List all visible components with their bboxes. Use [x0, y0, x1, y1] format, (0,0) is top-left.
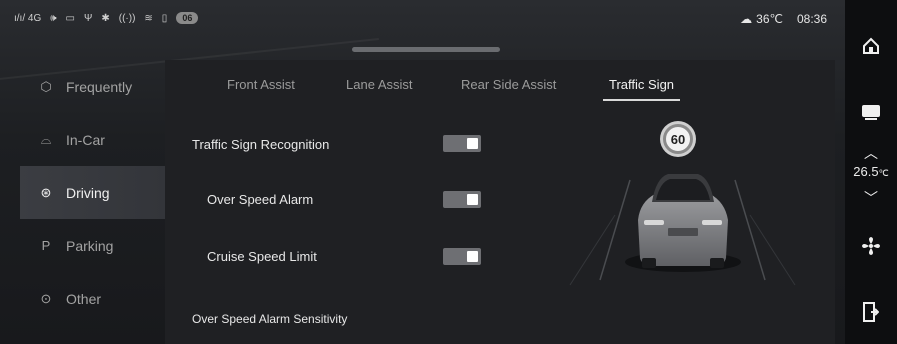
over-speed-alarm-sensitivity-label: Over Speed Alarm Sensitivity	[192, 312, 348, 326]
steering-wheel-icon: ⊛	[40, 184, 52, 200]
toggle-knob	[467, 194, 478, 205]
cruise-speed-limit-label: Cruise Speed Limit	[207, 249, 317, 264]
temperature-down-button[interactable]: ﹀	[845, 189, 897, 207]
sidebar-item-driving[interactable]: ⊛ Driving	[20, 166, 165, 219]
driving-settings-panel: Front Assist Lane Assist Rear Side Assis…	[165, 60, 835, 344]
more-circle-icon: ⊙	[40, 290, 52, 306]
temperature-unit: ℃	[878, 168, 889, 178]
toggle-knob	[467, 138, 478, 149]
notification-badge[interactable]: 06	[176, 12, 199, 24]
screen-icon	[862, 105, 880, 120]
home-icon	[863, 37, 879, 54]
cruise-speed-limit-toggle[interactable]	[443, 248, 481, 265]
clock: 08:36	[796, 12, 827, 26]
volume-icon: 🕪	[50, 12, 57, 24]
tab-traffic-sign[interactable]: Traffic Sign	[602, 77, 681, 101]
traffic-sign-recognition-label: Traffic Sign Recognition	[192, 137, 330, 152]
phone-icon: ▯	[161, 12, 168, 24]
car-illustration: 60	[560, 120, 805, 290]
sidebar-item-label: Driving	[66, 184, 110, 201]
display-button[interactable]	[845, 98, 897, 126]
outside-temperature: 36℃	[756, 12, 783, 26]
car-outline-icon: ⌓	[40, 131, 52, 147]
signal-indicator: ı/ı/ 4G	[14, 12, 42, 24]
tab-bar: Front Assist Lane Assist Rear Side Assis…	[165, 77, 835, 107]
sidebar-item-in-car[interactable]: ⌓ In-Car	[20, 113, 165, 166]
hotspot-icon: ((·))	[118, 12, 136, 24]
over-speed-alarm-label: Over Speed Alarm	[207, 192, 314, 207]
main-screen: ı/ı/ 4G 🕪 ▭ Ψ ✱ ((·)) ≋ ▯ 06 ☁ 36℃ 08:36…	[0, 0, 845, 344]
system-dock: ︿ 26.5℃ ﹀	[845, 0, 897, 344]
screen-icon: ▭	[65, 12, 75, 24]
drag-handle[interactable]	[352, 47, 500, 52]
status-icons: ı/ı/ 4G 🕪 ▭ Ψ ✱ ((·)) ≋ ▯ 06	[14, 12, 199, 24]
bluetooth-icon: ✱	[101, 12, 110, 24]
sidebar-item-frequently[interactable]: ⬡ Frequently	[20, 60, 165, 113]
weather-cloud-sun-icon: ☁	[740, 12, 753, 26]
sidebar-item-other[interactable]: ⊙ Other	[20, 272, 165, 325]
sidebar-item-parking[interactable]: P Parking	[20, 219, 165, 272]
tab-lane-assist[interactable]: Lane Assist	[346, 77, 413, 92]
cabin-temperature-value: 26.5	[853, 164, 879, 179]
temperature-up-button[interactable]: ︿	[845, 144, 897, 162]
status-bar: ı/ı/ 4G 🕪 ▭ Ψ ✱ ((·)) ≋ ▯ 06 ☁ 36℃ 08:36	[0, 0, 845, 40]
seat-button[interactable]	[845, 298, 897, 326]
sidebar-item-label: Other	[66, 290, 102, 307]
toggle-knob	[467, 251, 478, 262]
sidebar-item-label: In-Car	[66, 131, 105, 148]
settings-sidebar: ⬡ Frequently ⌓ In-Car ⊛ Driving P Parkin…	[20, 60, 165, 344]
sidebar-item-label: Frequently	[66, 78, 133, 95]
weather: ☁ 36℃	[740, 12, 783, 26]
chevron-down-icon: ﹀	[864, 190, 878, 206]
speed-limit-sign: 60	[660, 121, 696, 157]
cabin-temperature: 26.5℃	[845, 164, 897, 179]
fan-icon	[862, 237, 880, 255]
tab-front-assist[interactable]: Front Assist	[227, 77, 295, 92]
sidebar-item-label: Parking	[66, 237, 114, 254]
chevron-up-icon: ︿	[864, 145, 878, 161]
usb-icon: Ψ	[84, 12, 93, 24]
fan-button[interactable]	[845, 232, 897, 260]
cube-icon: ⬡	[40, 78, 52, 94]
speed-limit-value: 60	[663, 124, 693, 154]
parking-icon: P	[41, 238, 51, 253]
tab-rear-side-assist[interactable]: Rear Side Assist	[461, 77, 556, 92]
home-button[interactable]	[845, 32, 897, 60]
traffic-sign-recognition-toggle[interactable]	[443, 135, 481, 152]
over-speed-alarm-toggle[interactable]	[443, 191, 481, 208]
door-exit-icon	[863, 302, 879, 322]
wifi-icon: ≋	[144, 12, 153, 24]
